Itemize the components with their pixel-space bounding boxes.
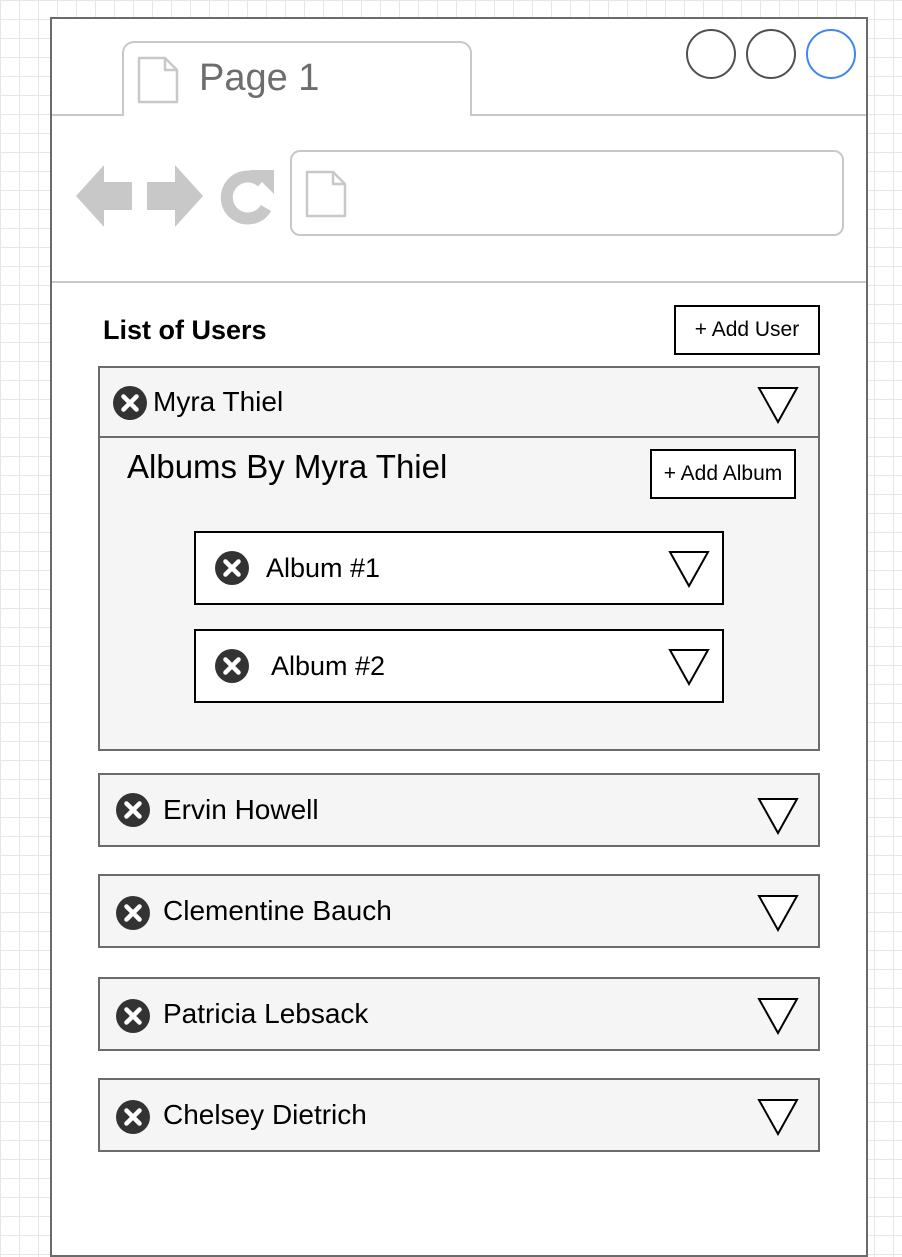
close-circle-icon[interactable] [112, 385, 148, 421]
albums-heading: Albums By Myra Thiel [127, 448, 448, 485]
user-name[interactable]: Myra Thiel [153, 383, 283, 421]
document-icon [137, 56, 179, 104]
close-circle-icon[interactable] [115, 998, 151, 1034]
document-icon [305, 170, 347, 218]
window-control-button[interactable] [746, 29, 796, 79]
tab-strip-divider [470, 114, 866, 116]
window-control-button[interactable] [686, 29, 736, 79]
tab-title: Page 1 [199, 57, 320, 99]
album-row[interactable]: Album #2 [194, 629, 724, 703]
user-accordion-row[interactable]: Chelsey Dietrich [98, 1078, 820, 1152]
triangle-down-icon[interactable] [668, 550, 710, 588]
close-circle-icon[interactable] [214, 648, 250, 684]
toolbar-divider [52, 281, 866, 283]
page-title: List of Users [103, 315, 267, 345]
user-accordion-row[interactable]: Clementine Bauch [98, 874, 820, 948]
accordion-header-divider [100, 436, 818, 438]
back-arrow-icon[interactable] [76, 165, 132, 227]
close-circle-icon[interactable] [115, 1099, 151, 1135]
close-circle-icon[interactable] [115, 895, 151, 931]
triangle-down-icon[interactable] [757, 1098, 799, 1136]
user-name: Chelsey Dietrich [163, 1099, 367, 1130]
user-accordion-row[interactable]: Patricia Lebsack [98, 977, 820, 1051]
album-title: Album #2 [271, 651, 386, 681]
close-circle-icon[interactable] [214, 550, 250, 586]
user-accordion-row[interactable]: Ervin Howell [98, 773, 820, 847]
album-title: Album #1 [266, 553, 381, 583]
triangle-down-icon[interactable] [668, 648, 710, 686]
user-name: Ervin Howell [163, 794, 319, 825]
close-circle-icon[interactable] [115, 792, 151, 828]
triangle-down-icon[interactable] [757, 997, 799, 1035]
window-control-button-active[interactable] [806, 29, 856, 79]
album-row[interactable]: Album #1 [194, 531, 724, 605]
add-album-button[interactable]: + Add Album [650, 449, 796, 499]
triangle-down-icon[interactable] [757, 386, 799, 424]
triangle-down-icon[interactable] [757, 797, 799, 835]
user-name: Patricia Lebsack [163, 998, 369, 1029]
tab-strip-divider [52, 114, 124, 116]
address-bar[interactable] [290, 150, 844, 236]
add-user-button[interactable]: + Add User [674, 305, 820, 355]
reload-icon[interactable] [218, 166, 276, 226]
forward-arrow-icon[interactable] [147, 165, 203, 227]
triangle-down-icon[interactable] [757, 894, 799, 932]
user-name: Clementine Bauch [163, 895, 392, 926]
